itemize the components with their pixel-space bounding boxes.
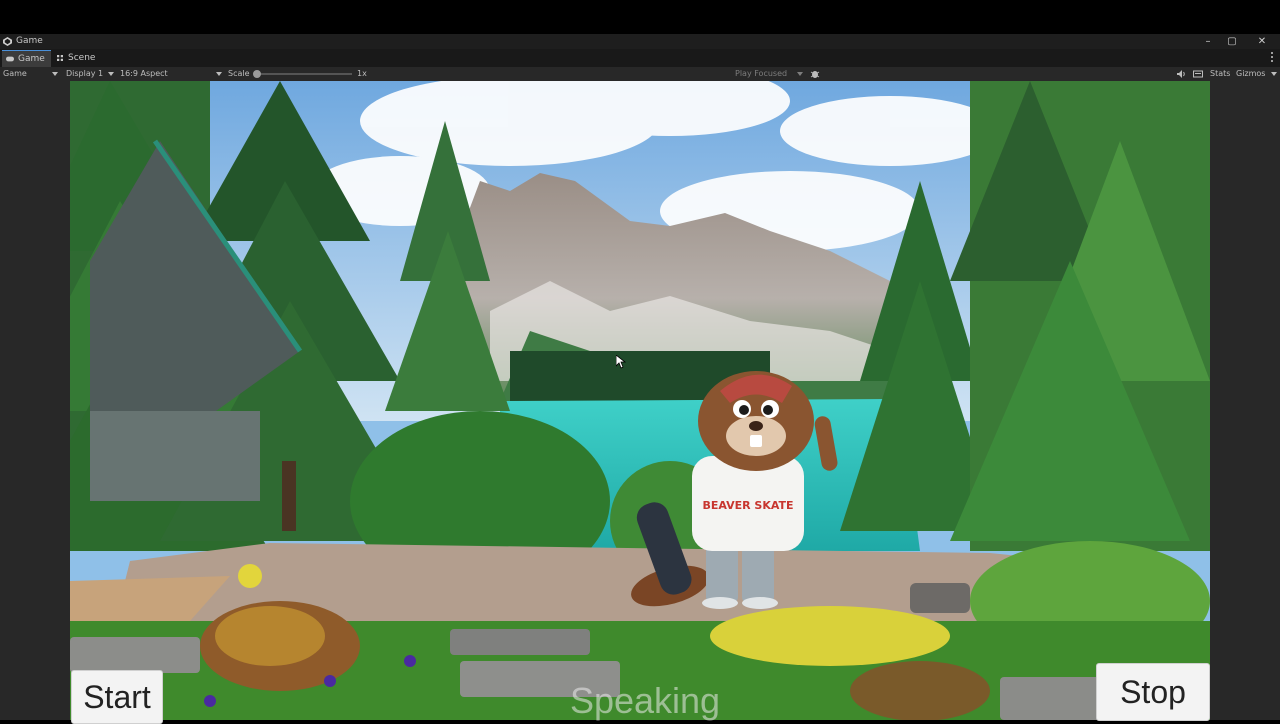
scale-slider-track[interactable] [256,73,352,75]
aspect-dropdown[interactable]: 16:9 Aspect [120,68,168,80]
game-toolbar: Game Display 1 16:9 Aspect Scale 1x Play… [0,67,1280,81]
gamepad-icon [6,56,14,62]
chevron-down-icon [108,72,114,76]
tab-scene-label: Scene [68,53,96,63]
unity-icon [3,37,12,46]
close-button[interactable]: ✕ [1250,34,1274,49]
tab-game-label: Game [18,54,45,64]
chevron-down-icon [216,72,222,76]
bug-icon[interactable] [810,69,820,79]
tab-scene[interactable]: Scene [52,50,101,67]
tab-game[interactable]: Game [2,50,51,68]
chevron-down-icon [797,72,803,76]
play-mode-dropdown[interactable]: Play Focused [735,68,787,80]
window-title: Game [16,36,43,46]
shirt-graphic: BEAVER SKATE [702,499,793,512]
game-scene: BEAVER SKATE [70,81,1210,720]
chevron-down-icon [1271,72,1277,76]
chevron-down-icon [52,72,58,76]
scene-illustration: BEAVER SKATE [70,81,1210,720]
more-options-icon[interactable] [1270,51,1274,63]
window-titlebar: Game – ▢ ✕ [0,34,1280,49]
display-dropdown[interactable]: Display 1 [66,68,103,80]
gizmos-button[interactable]: Gizmos [1236,68,1265,80]
speaker-icon[interactable] [1176,69,1186,79]
scale-value: 1x [357,69,367,78]
stats-button[interactable]: Stats [1210,68,1230,80]
speaking-status-text: Speaking [569,680,721,721]
view-mode-dropdown[interactable]: Game [3,68,27,80]
stop-button[interactable]: Stop [1096,663,1210,721]
keyboard-icon[interactable] [1193,69,1203,79]
maximize-button[interactable]: ▢ [1220,34,1244,49]
minimize-button[interactable]: – [1196,34,1220,49]
mouse-cursor-icon [616,355,626,369]
start-button[interactable]: Start [71,670,163,724]
grid-icon [57,55,63,61]
scale-slider-handle[interactable] [253,70,261,78]
tab-bar: Game Scene [0,49,1280,68]
scale-label: Scale [228,69,250,78]
